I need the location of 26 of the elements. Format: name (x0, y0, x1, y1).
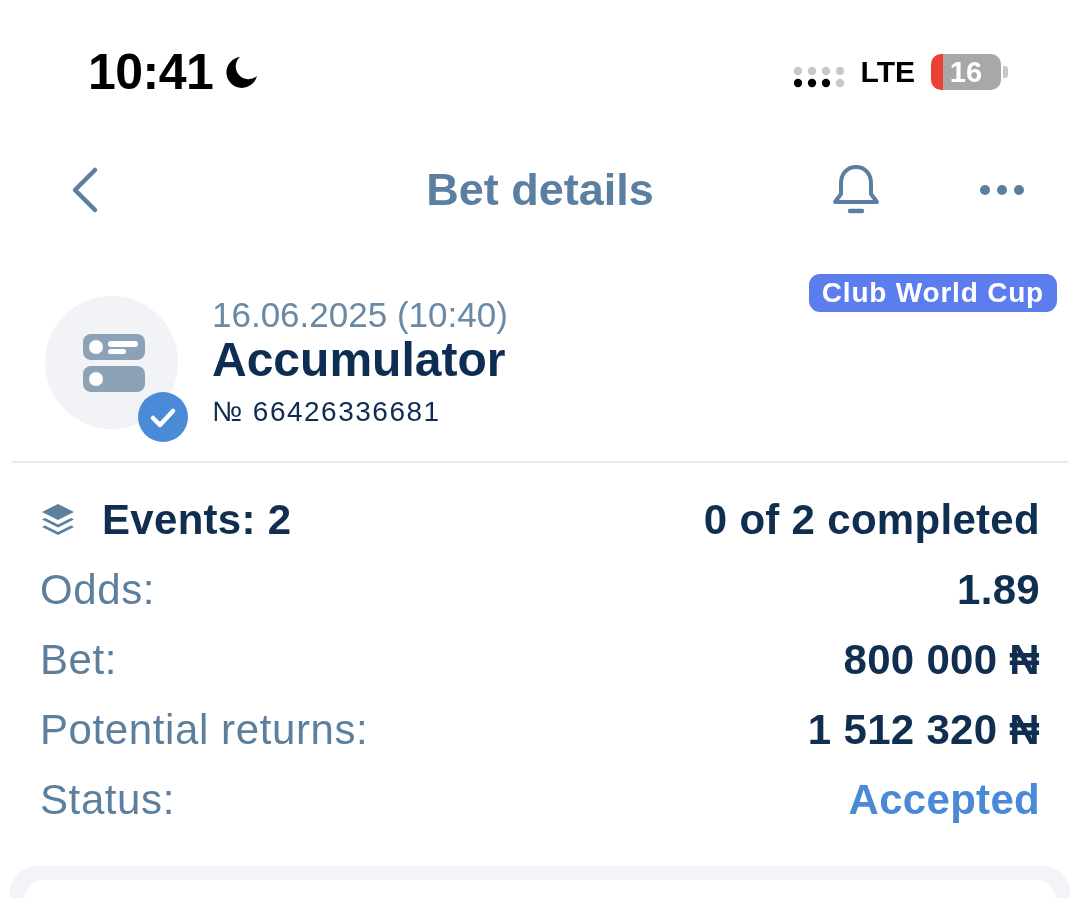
detail-value: 1.89 (957, 565, 1040, 615)
detail-label: Bet: (40, 635, 118, 685)
chevron-left-icon (70, 166, 100, 214)
more-dots-icon (980, 185, 1024, 195)
detail-value: 1 512 320 ₦ (807, 705, 1040, 755)
bet-number: № 66426336681 (212, 395, 441, 429)
network-type: LTE (860, 54, 915, 90)
detail-label: Status: (40, 775, 175, 825)
detail-label: Potential returns: (40, 705, 369, 755)
moon-icon (225, 55, 260, 89)
battery-indicator: 16 (931, 54, 1008, 90)
page-title: Bet details (426, 163, 654, 217)
detail-value: 0 of 2 completed (703, 495, 1040, 545)
signal-icon (792, 66, 847, 88)
list-icon (82, 331, 145, 394)
bet-date: 16.06.2025 (10:40) (212, 296, 508, 334)
detail-value: 800 000 ₦ (843, 635, 1040, 685)
more-button[interactable] (980, 185, 1024, 195)
tournament-tag: Club World Cup (808, 274, 1057, 312)
detail-label: Odds: (40, 565, 156, 615)
detail-label: Events: 2 (102, 495, 292, 545)
clock-time: 10:41 (88, 47, 214, 97)
bet-type: Accumulator (212, 334, 506, 386)
back-button[interactable] (70, 166, 100, 214)
detail-value: Accepted (848, 775, 1040, 825)
layers-icon (40, 502, 76, 538)
